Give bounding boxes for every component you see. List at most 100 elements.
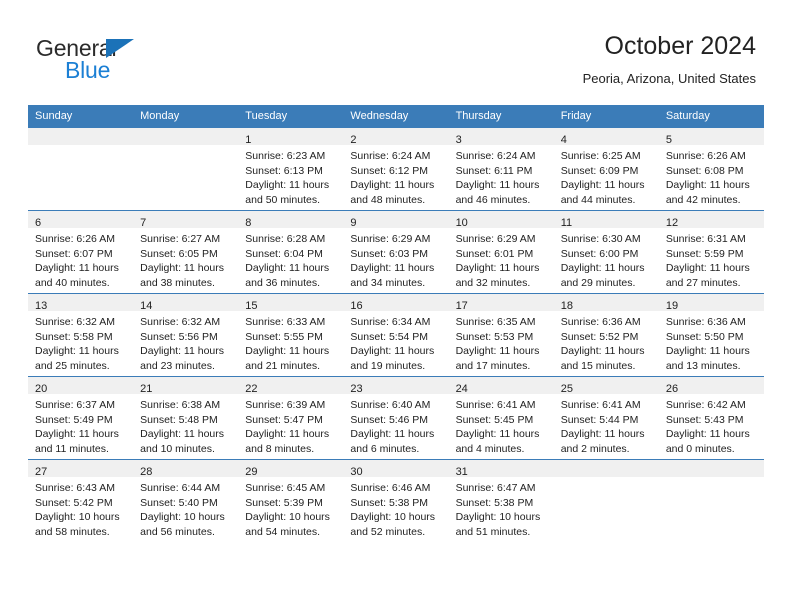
day-details: [28, 145, 133, 149]
calendar-day-cell[interactable]: 24 Sunrise: 6:41 AM Sunset: 5:45 PM Dayligh…: [448, 376, 554, 460]
daylight-duration-line1: Daylight: 11 hours: [455, 345, 540, 358]
daylight-duration-line1: Daylight: 11 hours: [560, 179, 645, 192]
daylight-duration-line2: and 51 minutes.: [455, 525, 531, 538]
calendar-week-row: 27 Sunrise: 6:43 AM Sunset: 5:42 PM Dayligh…: [28, 459, 764, 542]
daylight-duration-line1: Daylight: 11 hours: [665, 179, 750, 192]
calendar-day-cell[interactable]: 28 Sunrise: 6:44 AM Sunset: 5:40 PM Dayligh…: [133, 459, 239, 542]
daylight-duration-line1: Daylight: 11 hours: [350, 345, 435, 358]
day-number-band: 17: [448, 294, 554, 312]
day-number: 14: [140, 300, 153, 312]
calendar-day-cell[interactable]: 13 Sunrise: 6:32 AM Sunset: 5:58 PM Dayligh…: [28, 293, 134, 377]
calendar-day-cell[interactable]: 30 Sunrise: 6:46 AM Sunset: 5:38 PM Dayligh…: [343, 459, 449, 542]
calendar-day-cell[interactable]: 29 Sunrise: 6:45 AM Sunset: 5:39 PM Dayligh…: [238, 459, 344, 542]
day-number: 11: [560, 217, 573, 229]
calendar-day-cell[interactable]: 18 Sunrise: 6:36 AM Sunset: 5:52 PM Dayligh…: [553, 293, 659, 377]
sunset-time: Sunset: 5:42 PM: [35, 496, 113, 509]
day-number: 15: [245, 300, 258, 312]
daylight-duration-line2: and 58 minutes.: [35, 525, 110, 538]
weekday-header-friday: Friday: [553, 105, 659, 128]
daylight-duration-line2: and 6 minutes.: [350, 442, 420, 455]
daylight-duration-line1: Daylight: 11 hours: [455, 428, 540, 441]
weekday-header-row: Sunday Monday Tuesday Wednesday Thursday…: [28, 105, 764, 128]
calendar-day-cell[interactable]: 10 Sunrise: 6:29 AM Sunset: 6:01 PM Dayligh…: [448, 210, 554, 294]
sunset-time: Sunset: 5:52 PM: [560, 330, 639, 343]
sunset-time: Sunset: 5:58 PM: [35, 330, 113, 343]
sunset-time: Sunset: 5:45 PM: [455, 413, 534, 426]
day-details: Sunrise: 6:25 AM Sunset: 6:09 PM Daylight:…: [554, 145, 659, 207]
daylight-duration-line2: and 4 minutes.: [455, 442, 525, 455]
calendar-day-cell[interactable]: 22 Sunrise: 6:39 AM Sunset: 5:47 PM Dayligh…: [238, 376, 344, 460]
sunrise-time: Sunrise: 6:39 AM: [245, 399, 326, 411]
calendar-day-cell-empty: [28, 127, 134, 211]
day-details: Sunrise: 6:26 AM Sunset: 6:07 PM Daylight:…: [28, 228, 133, 290]
calendar-day-cell[interactable]: 9 Sunrise: 6:29 AM Sunset: 6:03 PM Daylight…: [343, 210, 449, 294]
sunset-time: Sunset: 5:48 PM: [140, 413, 218, 426]
day-number-band: 15: [238, 294, 344, 312]
daylight-duration-line2: and 29 minutes.: [560, 276, 636, 289]
day-details: Sunrise: 6:41 AM Sunset: 5:44 PM Daylight:…: [554, 394, 659, 456]
weekday-header-wednesday: Wednesday: [343, 105, 449, 128]
calendar-day-cell[interactable]: 26 Sunrise: 6:42 AM Sunset: 5:43 PM Dayligh…: [658, 376, 764, 460]
calendar-day-cell[interactable]: 15 Sunrise: 6:33 AM Sunset: 5:55 PM Dayligh…: [238, 293, 344, 377]
day-details: Sunrise: 6:37 AM Sunset: 5:49 PM Daylight:…: [28, 394, 133, 456]
calendar-day-cell[interactable]: 20 Sunrise: 6:37 AM Sunset: 5:49 PM Dayligh…: [28, 376, 134, 460]
day-details: Sunrise: 6:30 AM Sunset: 6:00 PM Daylight:…: [554, 228, 659, 290]
sunset-time: Sunset: 5:46 PM: [350, 413, 429, 426]
day-details: Sunrise: 6:38 AM Sunset: 5:48 PM Daylight:…: [133, 394, 238, 456]
calendar-day-cell[interactable]: 14 Sunrise: 6:32 AM Sunset: 5:56 PM Dayligh…: [133, 293, 239, 377]
calendar-day-cell[interactable]: 8 Sunrise: 6:28 AM Sunset: 6:04 PM Daylight…: [238, 210, 344, 294]
sunrise-time: Sunrise: 6:47 AM: [455, 482, 536, 494]
daylight-duration-line1: Daylight: 11 hours: [140, 262, 224, 275]
day-number-band: 19: [658, 294, 764, 312]
day-details: Sunrise: 6:28 AM Sunset: 6:04 PM Daylight:…: [238, 228, 343, 290]
day-details: [133, 145, 238, 149]
calendar-day-cell[interactable]: 23 Sunrise: 6:40 AM Sunset: 5:46 PM Dayligh…: [343, 376, 449, 460]
calendar-day-cell[interactable]: 31 Sunrise: 6:47 AM Sunset: 5:38 PM Dayligh…: [448, 459, 554, 542]
daylight-duration-line1: Daylight: 10 hours: [35, 511, 120, 524]
calendar-day-cell[interactable]: 21 Sunrise: 6:38 AM Sunset: 5:48 PM Dayligh…: [133, 376, 239, 460]
sunrise-time: Sunrise: 6:37 AM: [35, 399, 115, 411]
calendar-day-cell[interactable]: 12 Sunrise: 6:31 AM Sunset: 5:59 PM Dayligh…: [658, 210, 764, 294]
daylight-duration-line2: and 38 minutes.: [140, 276, 215, 289]
calendar-day-cell[interactable]: 19 Sunrise: 6:36 AM Sunset: 5:50 PM Dayligh…: [658, 293, 764, 377]
daylight-duration-line1: Daylight: 11 hours: [350, 179, 435, 192]
calendar-day-cell[interactable]: 27 Sunrise: 6:43 AM Sunset: 5:42 PM Dayligh…: [28, 459, 134, 542]
day-number-band: 26: [658, 377, 764, 395]
daylight-duration-line1: Daylight: 11 hours: [455, 179, 540, 192]
day-details: Sunrise: 6:33 AM Sunset: 5:55 PM Daylight:…: [238, 311, 343, 373]
daylight-duration-line2: and 10 minutes.: [140, 442, 215, 455]
sunrise-time: Sunrise: 6:23 AM: [245, 150, 326, 162]
daylight-duration-line2: and 44 minutes.: [560, 193, 636, 206]
calendar-day-cell[interactable]: 5 Sunrise: 6:26 AM Sunset: 6:08 PM Daylight…: [658, 127, 764, 211]
calendar-day-cell[interactable]: 6 Sunrise: 6:26 AM Sunset: 6:07 PM Daylight…: [28, 210, 134, 294]
sunset-time: Sunset: 6:07 PM: [35, 247, 113, 260]
daylight-duration-line2: and 36 minutes.: [245, 276, 320, 289]
calendar-day-cell[interactable]: 7 Sunrise: 6:27 AM Sunset: 6:05 PM Daylight…: [133, 210, 239, 294]
daylight-duration-line1: Daylight: 11 hours: [455, 262, 540, 275]
sunrise-time: Sunrise: 6:38 AM: [140, 399, 221, 411]
page-title: October 2024: [604, 32, 757, 60]
calendar-day-cell[interactable]: 11 Sunrise: 6:30 AM Sunset: 6:00 PM Dayligh…: [553, 210, 659, 294]
sunrise-time: Sunrise: 6:29 AM: [350, 233, 431, 245]
sunrise-time: Sunrise: 6:32 AM: [140, 316, 221, 328]
day-number: 6: [35, 217, 42, 229]
calendar-day-cell[interactable]: 1 Sunrise: 6:23 AM Sunset: 6:13 PM Daylight…: [238, 127, 344, 211]
sunrise-time: Sunrise: 6:36 AM: [665, 316, 746, 328]
calendar-day-cell[interactable]: 2 Sunrise: 6:24 AM Sunset: 6:12 PM Daylight…: [343, 127, 449, 211]
daylight-duration-line1: Daylight: 11 hours: [350, 428, 435, 441]
calendar-body: 1 Sunrise: 6:23 AM Sunset: 6:13 PM Daylight…: [28, 127, 764, 542]
calendar-week-row: 6 Sunrise: 6:26 AM Sunset: 6:07 PM Daylight…: [28, 210, 764, 294]
daylight-duration-line2: and 27 minutes.: [665, 276, 741, 289]
daylight-duration-line2: and 15 minutes.: [560, 359, 636, 372]
calendar-day-cell[interactable]: 4 Sunrise: 6:25 AM Sunset: 6:09 PM Daylight…: [553, 127, 659, 211]
calendar-day-cell[interactable]: 16 Sunrise: 6:34 AM Sunset: 5:54 PM Dayligh…: [343, 293, 449, 377]
calendar-day-cell[interactable]: 3 Sunrise: 6:24 AM Sunset: 6:11 PM Daylight…: [448, 127, 554, 211]
sunrise-time: Sunrise: 6:24 AM: [350, 150, 431, 162]
day-number-band: 8: [238, 211, 344, 229]
day-number: 8: [245, 217, 252, 229]
calendar-day-cell[interactable]: 17 Sunrise: 6:35 AM Sunset: 5:53 PM Dayligh…: [448, 293, 554, 377]
day-number: 12: [665, 217, 679, 229]
sunset-time: Sunset: 6:08 PM: [665, 164, 744, 177]
day-details: Sunrise: 6:34 AM Sunset: 5:54 PM Daylight:…: [343, 311, 448, 373]
calendar-day-cell[interactable]: 25 Sunrise: 6:41 AM Sunset: 5:44 PM Dayligh…: [553, 376, 659, 460]
